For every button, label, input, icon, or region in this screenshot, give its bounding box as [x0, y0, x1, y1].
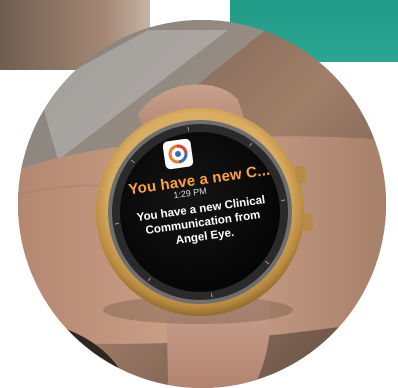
- photo-scene: You have a new C... 1:29 PM You have a n…: [0, 0, 398, 388]
- angel-eye-app-icon: [162, 138, 194, 170]
- app-logo-icon: [168, 144, 188, 164]
